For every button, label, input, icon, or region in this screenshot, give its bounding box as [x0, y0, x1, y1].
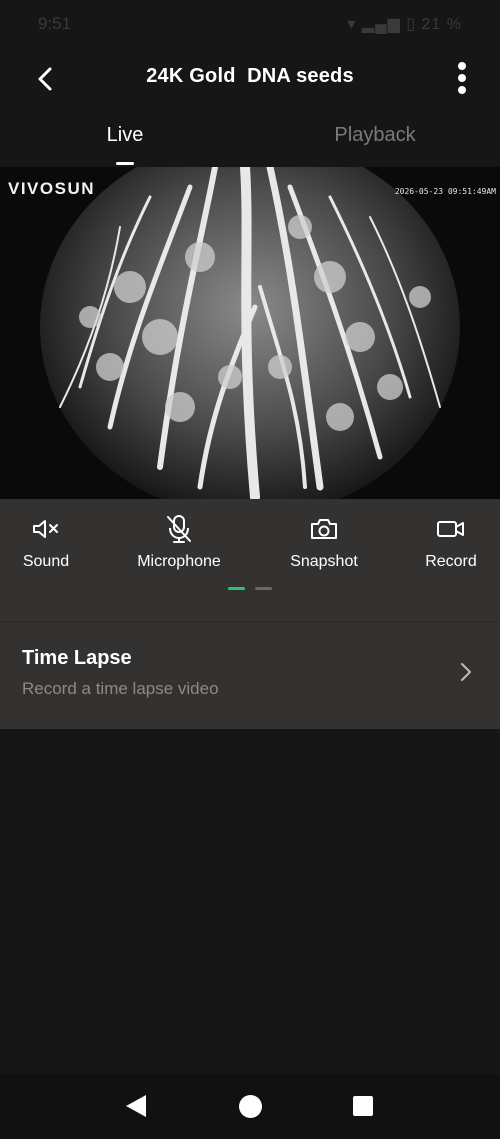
status-bar: 9:51 ▾ ▂▄▆ ▯ 21 %	[0, 0, 500, 50]
pager-dot[interactable]	[255, 587, 272, 590]
signal-icon: ▂▄▆	[361, 16, 401, 33]
tab-bar: Live Playback	[0, 110, 500, 166]
sound-button[interactable]: Sound	[0, 513, 101, 571]
time-lapse-subtitle: Record a time lapse video	[22, 679, 219, 698]
microphone-button[interactable]: Microphone	[124, 513, 234, 571]
brand-logo: VIVOSUN	[8, 179, 96, 198]
record-label: Record	[425, 553, 477, 570]
speaker-muted-icon	[33, 520, 58, 538]
more-dot	[458, 62, 466, 70]
nav-back-icon[interactable]	[124, 1094, 148, 1118]
time-lapse-title: Time Lapse	[22, 647, 132, 669]
more-options-button[interactable]	[452, 58, 472, 98]
chevron-right-icon	[461, 663, 471, 681]
camera-icon	[311, 519, 337, 539]
microphone-off-icon	[167, 515, 191, 543]
active-tab-indicator	[116, 162, 134, 165]
snapshot-button[interactable]: Snapshot	[269, 513, 379, 571]
battery-percent: 21 %	[421, 16, 462, 33]
tab-live[interactable]: Live	[0, 124, 250, 147]
nav-home-icon[interactable]	[239, 1095, 262, 1118]
snapshot-label: Snapshot	[290, 553, 358, 570]
status-icons: ▾ ▂▄▆ ▯ 21 %	[347, 14, 462, 34]
live-video-feed[interactable]: VIVOSUN 2026-05-23 09:51:49AM	[0, 167, 500, 499]
pager-dot-active[interactable]	[228, 587, 245, 590]
wifi-icon: ▾	[347, 16, 357, 33]
video-timestamp: 2026-05-23 09:51:49AM	[394, 187, 496, 196]
record-button[interactable]: Record	[396, 513, 500, 571]
microphone-label: Microphone	[137, 553, 221, 570]
system-nav-bar	[0, 1074, 500, 1139]
header: 24K Gold DNA seeds	[0, 50, 500, 106]
time-lapse-row[interactable]: Time Lapse Record a time lapse video	[0, 622, 500, 729]
tab-playback[interactable]: Playback	[250, 124, 500, 147]
status-time: 9:51	[38, 14, 72, 33]
video-camera-icon	[437, 521, 464, 537]
more-dot	[458, 74, 466, 82]
sound-label: Sound	[22, 553, 70, 570]
nav-recent-apps-icon[interactable]	[353, 1096, 373, 1116]
page-title: 24K Gold DNA seeds	[146, 65, 354, 87]
more-dot	[458, 86, 466, 94]
battery-icon: ▯	[406, 16, 417, 33]
camera-image	[0, 167, 500, 499]
controls-panel: Sound Microphone Snapshot Record Time La…	[0, 499, 500, 729]
